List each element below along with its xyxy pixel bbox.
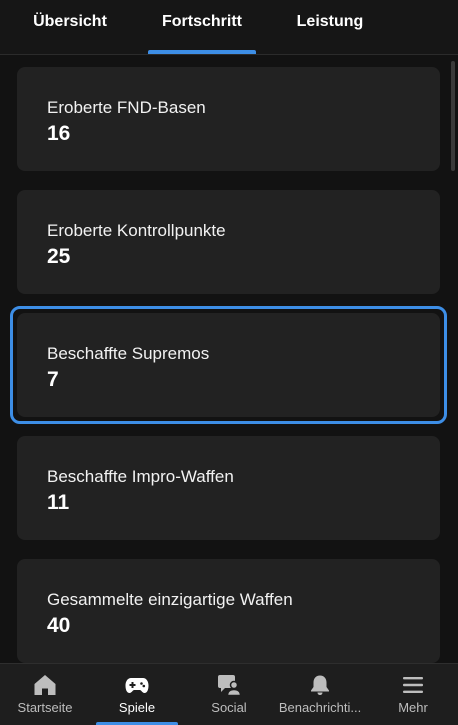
stat-card[interactable]: Eroberte FND-Basen 16 (17, 67, 440, 171)
nav-more[interactable]: Mehr (368, 664, 458, 725)
nav-social-label: Social (211, 700, 247, 715)
nav-games[interactable]: Spiele (92, 664, 182, 725)
stat-value: 7 (47, 368, 59, 391)
stat-value: 25 (47, 245, 71, 268)
stat-card[interactable]: Eroberte Kontrollpunkte 25 (17, 190, 440, 294)
nav-more-label: Mehr (398, 700, 428, 715)
stat-label: Eroberte FND-Basen (47, 98, 206, 117)
stat-card[interactable]: Gesammelte einzigartige Waffen 40 (17, 559, 440, 663)
nav-notifications-label: Benachrichti... (278, 700, 362, 715)
stat-label: Beschaffte Impro-Waffen (47, 467, 234, 486)
tab-bar: Übersicht Fortschritt Leistung (0, 0, 458, 55)
stat-card-focused[interactable]: Beschaffte Supremos 7 (17, 313, 440, 417)
bell-icon (311, 675, 329, 695)
home-icon (34, 675, 56, 695)
nav-home-label: Startseite (17, 700, 73, 715)
stat-value: 16 (47, 122, 71, 145)
nav-home[interactable]: Startseite (0, 664, 90, 725)
app-screen: Übersicht Fortschritt Leistung Eroberte … (0, 0, 458, 725)
active-tab-indicator (148, 50, 256, 54)
nav-notifications[interactable]: Benachrichti... (274, 664, 366, 725)
menu-icon (403, 677, 423, 693)
stat-value: 11 (47, 491, 70, 514)
tab-progress[interactable]: Fortschritt (148, 0, 256, 54)
tab-performance-label: Leistung (296, 13, 364, 30)
tab-progress-label: Fortschritt (162, 13, 242, 30)
stat-label: Gesammelte einzigartige Waffen (47, 590, 293, 609)
nav-games-label: Spiele (118, 700, 156, 715)
gamepad-icon (125, 678, 149, 693)
nav-social[interactable]: Social (184, 664, 274, 725)
stat-label: Beschaffte Supremos (47, 344, 210, 363)
stats-list[interactable]: Eroberte FND-Basen 16 Eroberte Kontrollp… (0, 55, 458, 663)
tab-performance[interactable]: Leistung (284, 0, 376, 54)
social-icon (218, 675, 241, 696)
tab-overview-label: Übersicht (33, 13, 107, 30)
scrollbar[interactable] (451, 61, 455, 171)
stat-value: 40 (47, 614, 71, 637)
stat-card[interactable]: Beschaffte Impro-Waffen 11 (17, 436, 440, 540)
bottom-navigation: Startseite Spiele Social Benachrichti...… (0, 663, 458, 725)
tab-overview[interactable]: Übersicht (18, 0, 122, 54)
stat-label: Eroberte Kontrollpunkte (47, 221, 226, 240)
